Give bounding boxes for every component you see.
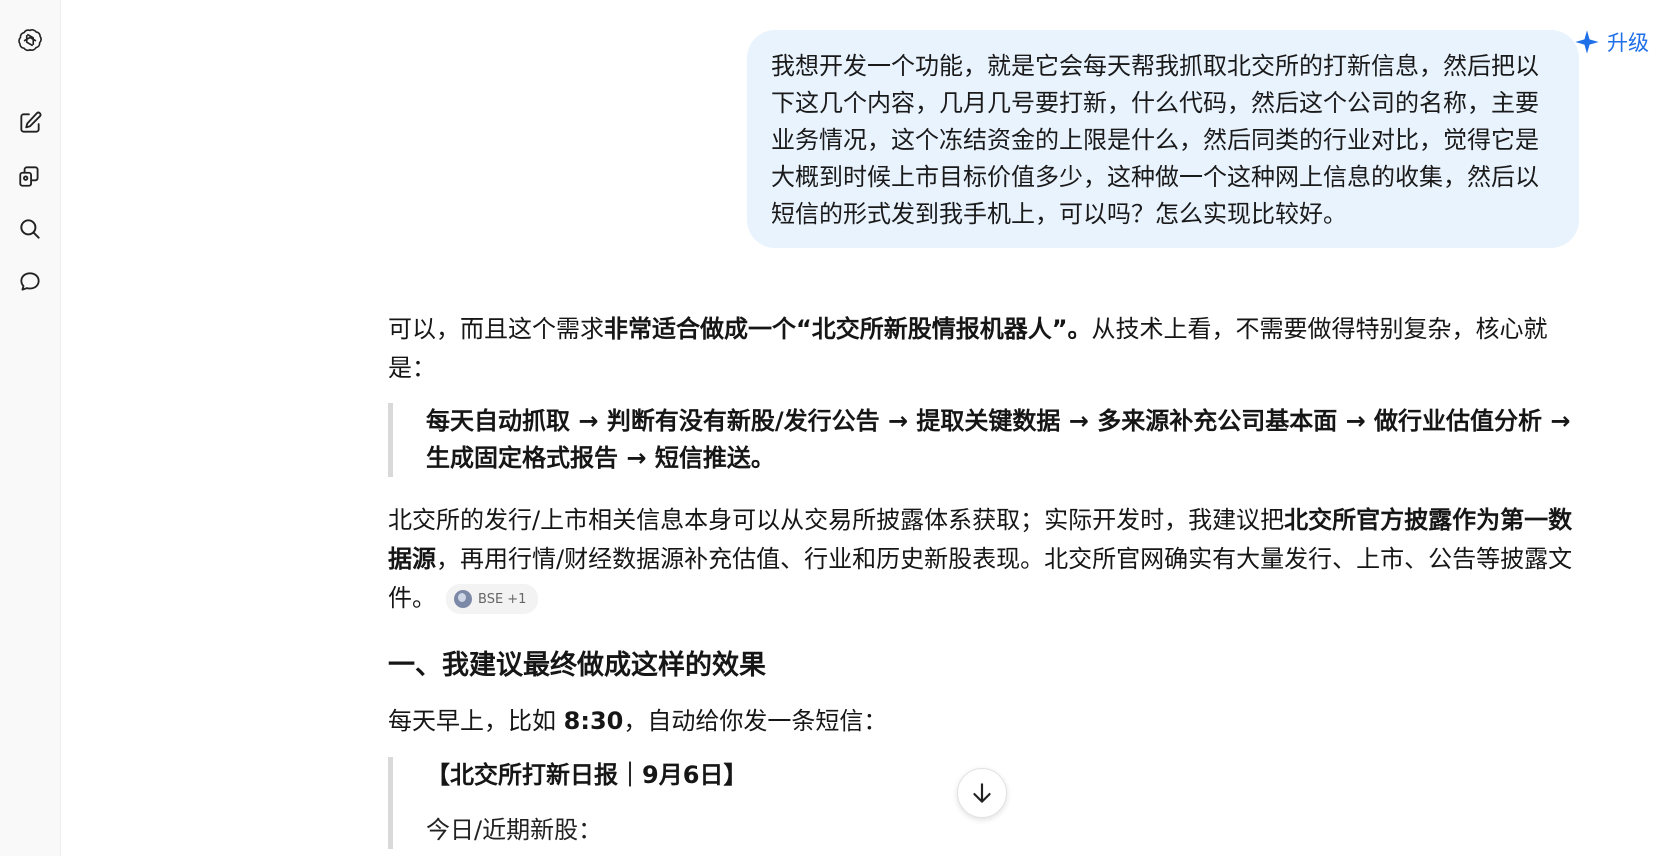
openai-logo-icon[interactable]: [8, 20, 52, 60]
chat-bubble-icon[interactable]: [8, 262, 52, 302]
citation-label: BSE +1: [478, 591, 527, 607]
arrow-down-icon: [973, 783, 991, 803]
pipeline-blockquote: 每天自动抓取 → 判断有没有新股/发行公告 → 提取关键数据 → 多来源补充公司…: [388, 403, 1583, 477]
citation-chip[interactable]: BSE +1: [446, 584, 539, 614]
user-message-bubble: 我想开发一个功能，就是它会每天帮我抓取北交所的打新信息，然后把以下这几个内容，几…: [747, 30, 1579, 248]
intro-text: 可以，而且这个需求: [388, 315, 604, 343]
scroll-to-bottom-button[interactable]: [957, 768, 1007, 818]
upgrade-label: 升级: [1607, 31, 1649, 55]
para2-text: 北交所的发行/上市相关信息本身可以从交易所披露体系获取；实际开发时，我建议把: [388, 506, 1285, 534]
pipeline-text: 每天自动抓取 → 判断有没有新股/发行公告 → 提取关键数据 → 多来源补充公司…: [426, 407, 1571, 472]
library-icon[interactable]: [8, 156, 52, 196]
sms-time: 8:30: [563, 707, 624, 735]
sms-text: 每天早上，比如: [388, 707, 564, 735]
sms-text-end: ，自动给你发一条短信：: [623, 707, 888, 735]
sms-paragraph: 每天早上，比如 8:30，自动给你发一条短信：: [388, 702, 1583, 741]
intro-bold: 非常适合做成一个“北交所新股情报机器人”。: [604, 315, 1092, 343]
new-chat-icon[interactable]: [8, 103, 52, 143]
globe-icon: [454, 590, 472, 608]
data-source-paragraph: 北交所的发行/上市相关信息本身可以从交易所披露体系获取；实际开发时，我建议把北交…: [388, 501, 1583, 618]
sidebar: [0, 0, 61, 856]
user-message-text: 我想开发一个功能，就是它会每天帮我抓取北交所的打新信息，然后把以下这几个内容，几…: [771, 52, 1539, 228]
section-heading: 一、我建议最终做成这样的效果: [388, 650, 766, 681]
intro-paragraph: 可以，而且这个需求非常适合做成一个“北交所新股情报机器人”。从技术上看，不需要做…: [388, 310, 1583, 388]
report-next-line: 今日/近期新股：: [426, 816, 603, 844]
para2-text-end: ，再用行情/财经数据源补充估值、行业和历史新股表现。北交所官网确实有大量发行、上…: [388, 545, 1573, 612]
search-icon[interactable]: [8, 209, 52, 249]
